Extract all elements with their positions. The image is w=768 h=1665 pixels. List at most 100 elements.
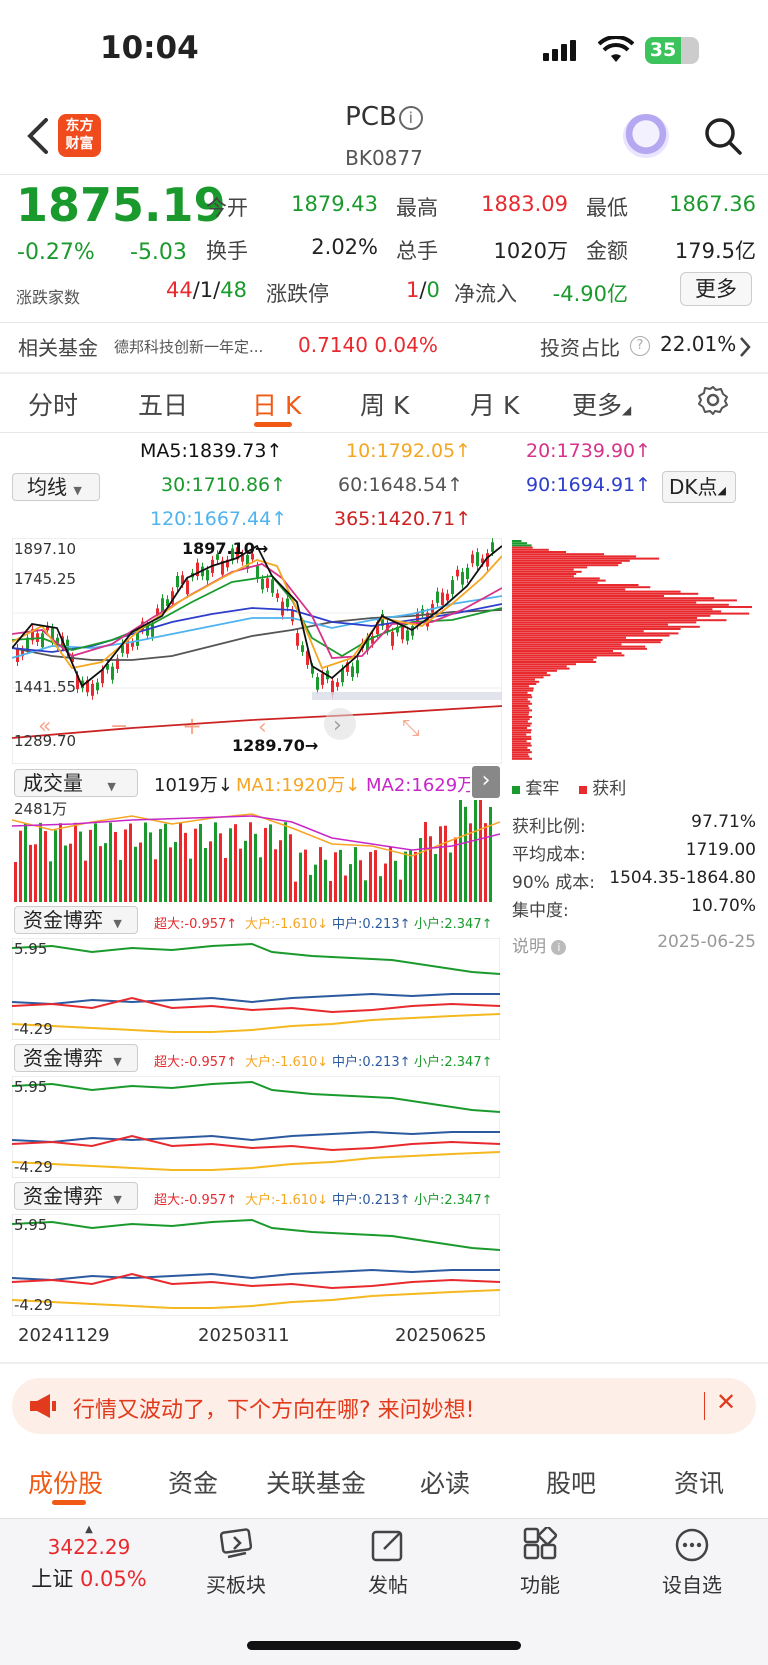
tab-timeshare[interactable]: 分时	[28, 386, 78, 422]
open-label: 今开	[206, 196, 248, 220]
volume-bar	[354, 847, 357, 902]
chip-bar	[512, 689, 534, 692]
chip-bar	[512, 656, 597, 659]
logo-line1: 东方	[65, 118, 94, 134]
chip-bar	[512, 568, 574, 571]
volume-bar	[89, 829, 92, 902]
chip-bar	[512, 694, 532, 696]
chip-bar	[512, 621, 697, 624]
capital-chart-1: 5.95 -4.29	[12, 938, 500, 1040]
up-count: 44	[166, 278, 193, 302]
chip-bar	[512, 603, 729, 606]
volume-bar	[224, 857, 227, 902]
chip-bar	[512, 749, 531, 751]
chip-bar	[512, 590, 681, 593]
tab-five-day[interactable]: 五日	[138, 386, 188, 422]
volume-bar	[434, 853, 437, 902]
tab-more[interactable]: 更多◢	[572, 386, 631, 422]
expand-panel-button[interactable]: ›	[472, 766, 500, 798]
volume-bar	[279, 840, 282, 902]
volume-bar	[169, 847, 172, 902]
tab-more-label: 更多	[572, 391, 623, 420]
volume-bar	[384, 863, 387, 902]
volume-bar	[444, 825, 447, 902]
add-watchlist-button[interactable]: 设自选	[642, 1527, 742, 1598]
volume-bar	[34, 844, 37, 902]
volume-bar	[119, 859, 122, 902]
back-button[interactable]	[24, 116, 54, 156]
grid-icon	[523, 1525, 558, 1560]
volume-bar	[374, 850, 377, 902]
chip-bar	[512, 738, 532, 740]
capital-mid-2: 中户:0.213↑	[332, 1055, 411, 1070]
ma5-value: MA5:1839.73↑	[140, 440, 283, 462]
chevron-right-icon[interactable]	[738, 336, 752, 358]
banner-text[interactable]: 行情又波动了，下个方向在哪? 来问妙想!	[73, 1392, 475, 1424]
tab-week-k[interactable]: 周 K	[360, 386, 409, 422]
info-icon[interactable]: i	[398, 105, 423, 130]
volume-bar	[14, 862, 17, 902]
volume-bar	[64, 845, 67, 902]
capital-small-3: 小户:2.347↑	[414, 1193, 493, 1208]
volume-bar	[399, 879, 402, 902]
volume-bar	[479, 800, 482, 902]
volume-bar	[164, 823, 167, 902]
help-icon[interactable]: ?	[630, 336, 650, 356]
volume-bar	[289, 834, 292, 902]
tab-forum[interactable]: 股吧	[546, 1464, 596, 1500]
dk-selector[interactable]: DK点◢	[662, 471, 736, 503]
chip-bar	[512, 685, 529, 688]
kline-axis-3: 1441.55	[14, 678, 76, 696]
capital-axis-top: 5.95	[14, 1216, 47, 1234]
ma60-value: 60:1648.54↑	[338, 474, 464, 496]
kline-axis-2: 1745.25	[14, 570, 76, 588]
related-fund-name[interactable]: 德邦科技创新一年定...	[114, 336, 263, 357]
tab-day-k[interactable]: 日 K	[252, 386, 301, 422]
chip-bar	[512, 551, 567, 553]
tab-related-funds[interactable]: 关联基金	[266, 1464, 366, 1500]
capital-selector-1[interactable]: 资金博弈 ▼	[14, 906, 138, 934]
index-ticker[interactable]: ▲ 3422.29 上证 0.05%	[24, 1525, 154, 1593]
capital-selector-2[interactable]: 资金博弈 ▼	[14, 1044, 138, 1072]
volume-bar	[459, 800, 462, 902]
tab-month-k[interactable]: 月 K	[470, 386, 519, 422]
kline-chart[interactable]: 1897.10 1745.25 1441.55 1289.70 1897.10→…	[12, 538, 502, 764]
capital-large-2: 大户:-1.610↓	[245, 1055, 329, 1070]
volume-ma2: MA2:1629万↓	[366, 775, 470, 796]
volume-selector[interactable]: 成交量 ▼	[14, 769, 138, 797]
chip-bar	[512, 599, 737, 602]
kline-axis-top: 1897.10	[14, 540, 76, 558]
volume-bar	[59, 823, 62, 902]
tab-news[interactable]: 资讯	[674, 1464, 724, 1500]
chip-bar	[512, 612, 750, 615]
chip-bar	[512, 608, 713, 611]
buy-board-button[interactable]: 买板块	[186, 1527, 286, 1598]
tab-constituents[interactable]: 成份股	[28, 1464, 103, 1500]
volume-bar	[299, 852, 302, 902]
capital-super-1: 超大:-0.957↑	[154, 917, 238, 932]
ai-assistant-icon[interactable]	[623, 114, 669, 158]
chip-bar	[512, 564, 619, 567]
functions-button[interactable]: 功能	[490, 1525, 590, 1598]
low-marker: 1289.70→	[232, 736, 318, 755]
capital-selector-3[interactable]: 资金博弈 ▼	[14, 1182, 138, 1210]
post-button[interactable]: 发帖	[338, 1527, 438, 1598]
volume-bar	[324, 859, 327, 902]
settings-gear-icon[interactable]	[697, 384, 729, 416]
note-row[interactable]: 说明 i 2025-06-25	[512, 932, 756, 957]
search-icon[interactable]	[703, 116, 743, 156]
more-button[interactable]: 更多	[680, 272, 752, 306]
chip-bar	[512, 559, 630, 562]
banner-close-icon[interactable]: ✕	[716, 1388, 736, 1416]
volume-bar	[304, 849, 307, 902]
ma-selector[interactable]: 均线 ▼	[12, 473, 100, 501]
chip-bar	[512, 709, 533, 712]
tab-capital[interactable]: 资金	[168, 1464, 218, 1500]
chip-bar	[512, 628, 681, 630]
chip-bar	[512, 645, 646, 648]
index-pct: 0.05%	[79, 1567, 147, 1591]
chip-bar	[512, 570, 582, 573]
chip-bar	[512, 742, 531, 745]
tab-must-read[interactable]: 必读	[420, 1464, 470, 1500]
volume-value: 1020万	[493, 239, 568, 263]
